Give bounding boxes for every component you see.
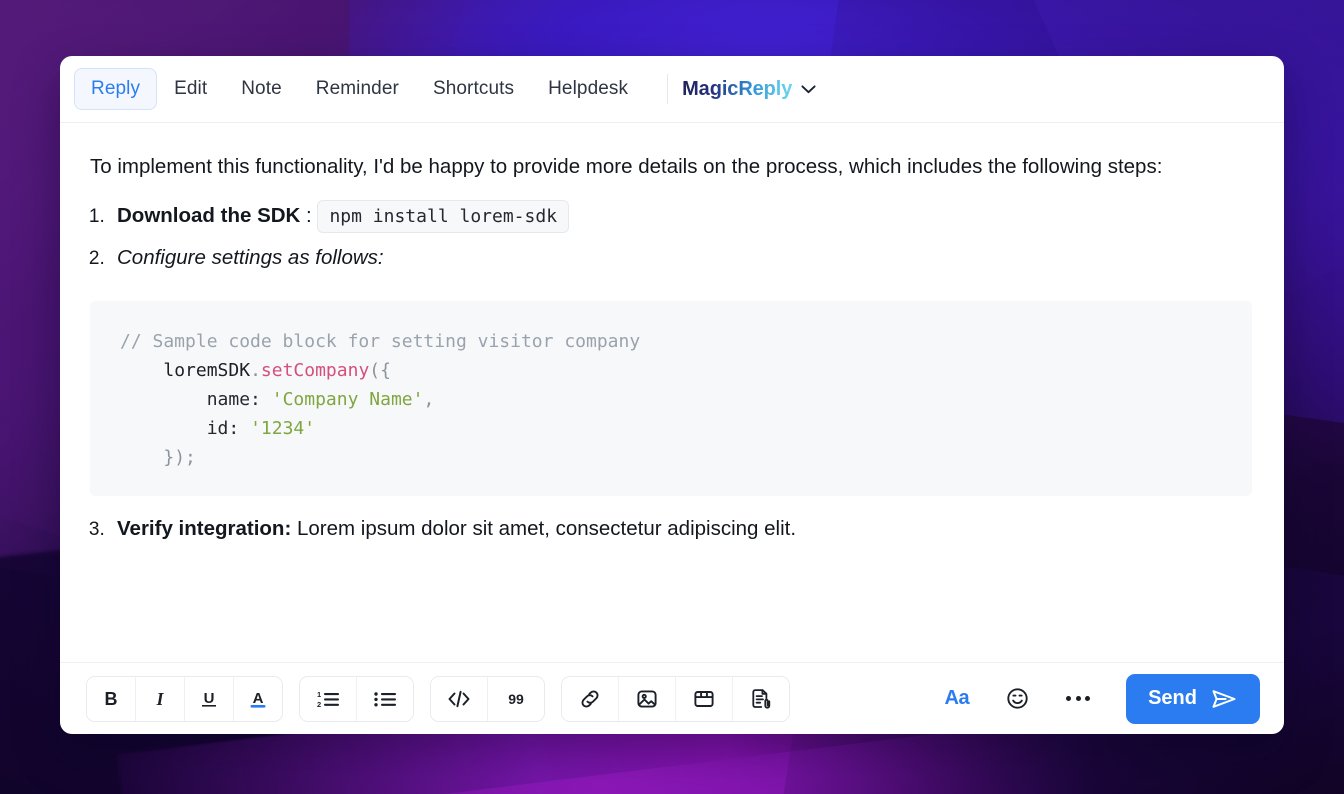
code-key-id: id:: [206, 418, 240, 439]
step2-title: Configure settings as follows:: [117, 246, 384, 269]
tab-divider: [667, 74, 669, 104]
tab-bar: Reply Edit Note Reminder Shortcuts Helpd…: [60, 56, 1284, 123]
document-attachment-icon: [752, 688, 771, 709]
send-plane-icon: [1212, 689, 1236, 708]
tab-helpdesk[interactable]: Helpdesk: [531, 68, 645, 110]
magicreply-menu[interactable]: MagicReply: [682, 78, 816, 101]
code-button[interactable]: [431, 676, 488, 721]
chevron-down-icon: [801, 84, 816, 93]
bold-button[interactable]: B: [87, 676, 136, 721]
insert-group: [561, 675, 790, 722]
code-key-name: name:: [206, 389, 261, 410]
send-label: Send: [1148, 687, 1197, 709]
step-item-2: Configure settings as follows:: [110, 243, 1252, 273]
italic-button[interactable]: I: [136, 676, 185, 721]
code-comment: // Sample code block for setting visitor…: [120, 331, 641, 352]
window-button[interactable]: [676, 676, 733, 721]
message-body[interactable]: To implement this functionality, I'd be …: [60, 123, 1284, 662]
code-value-name: 'Company Name': [271, 389, 424, 410]
quote-button[interactable]: 99: [488, 676, 544, 721]
send-button[interactable]: Send: [1126, 673, 1260, 724]
svg-text:A: A: [253, 690, 264, 707]
more-options-button[interactable]: [1056, 679, 1100, 719]
tab-reply[interactable]: Reply: [74, 68, 158, 110]
underline-icon: U: [202, 690, 216, 707]
font-size-label: Aa: [944, 687, 970, 709]
step-item-1: Download the SDK : npm install lorem-sdk: [110, 200, 1252, 233]
step1-separator: :: [300, 204, 318, 227]
bullet-list-button[interactable]: [357, 676, 413, 721]
text-color-button[interactable]: A: [234, 676, 282, 721]
link-button[interactable]: [562, 676, 619, 721]
svg-text:B: B: [105, 689, 118, 709]
code-quote-group: 99: [430, 675, 545, 722]
step3-title: Verify integration:: [117, 517, 292, 540]
code-comma: ,: [423, 389, 435, 410]
ordered-list-icon: 1 2: [317, 690, 339, 709]
install-command-code: npm install lorem-sdk: [317, 200, 570, 233]
code-icon: [448, 690, 470, 707]
window-icon: [694, 690, 714, 707]
underline-button[interactable]: U: [185, 676, 234, 721]
text-color-icon: A: [250, 690, 266, 708]
bold-icon: B: [105, 689, 118, 709]
steps-list: Download the SDK : npm install lorem-sdk…: [90, 200, 1252, 273]
link-icon: [581, 690, 599, 707]
quote-icon: 99: [508, 691, 524, 707]
attachment-button[interactable]: [733, 676, 789, 721]
image-icon: [637, 689, 657, 708]
brand-name-part1: Magic: [682, 77, 739, 100]
text-format-group: B I U A: [86, 675, 283, 722]
svg-text:99: 99: [508, 691, 524, 707]
svg-text:1: 1: [317, 690, 321, 699]
italic-icon: I: [155, 689, 164, 709]
tab-reminder[interactable]: Reminder: [299, 68, 416, 110]
code-close: });: [163, 447, 196, 468]
tab-edit[interactable]: Edit: [157, 68, 224, 110]
step3-text: Lorem ipsum dolor sit amet, consectetur …: [291, 517, 797, 540]
code-open-paren: ({: [369, 360, 391, 381]
code-function: setCompany: [260, 360, 370, 381]
intro-paragraph: To implement this functionality, I'd be …: [90, 155, 1163, 178]
tab-note[interactable]: Note: [224, 68, 299, 110]
font-size-button[interactable]: Aa: [935, 679, 980, 719]
code-dot: .: [250, 360, 261, 381]
svg-text:2: 2: [317, 700, 321, 709]
tab-shortcuts[interactable]: Shortcuts: [416, 68, 531, 110]
svg-text:I: I: [155, 689, 164, 709]
svg-text:U: U: [204, 690, 215, 707]
step-item-3: Verify integration: Lorem ipsum dolor si…: [110, 514, 1252, 544]
emoji-button[interactable]: [995, 679, 1040, 719]
ordered-list-button[interactable]: 1 2: [300, 676, 357, 721]
step1-title: Download the SDK: [117, 204, 301, 227]
more-options-icon: [1066, 696, 1091, 701]
steps-list-tail: Verify integration: Lorem ipsum dolor si…: [90, 514, 1252, 544]
code-value-id: '1234': [250, 418, 316, 439]
reply-composer-card: Reply Edit Note Reminder Shortcuts Helpd…: [60, 56, 1284, 734]
code-object: loremSDK: [163, 360, 251, 381]
brand-name-part2: Reply: [738, 77, 793, 100]
list-group: 1 2: [299, 675, 414, 722]
editor-toolbar: B I U A 1 2 99 Aa Send: [60, 662, 1284, 734]
image-button[interactable]: [619, 676, 676, 721]
bullet-list-icon: [374, 691, 396, 706]
emoji-icon: [1007, 688, 1028, 709]
code-block: // Sample code block for setting visitor…: [90, 301, 1252, 496]
